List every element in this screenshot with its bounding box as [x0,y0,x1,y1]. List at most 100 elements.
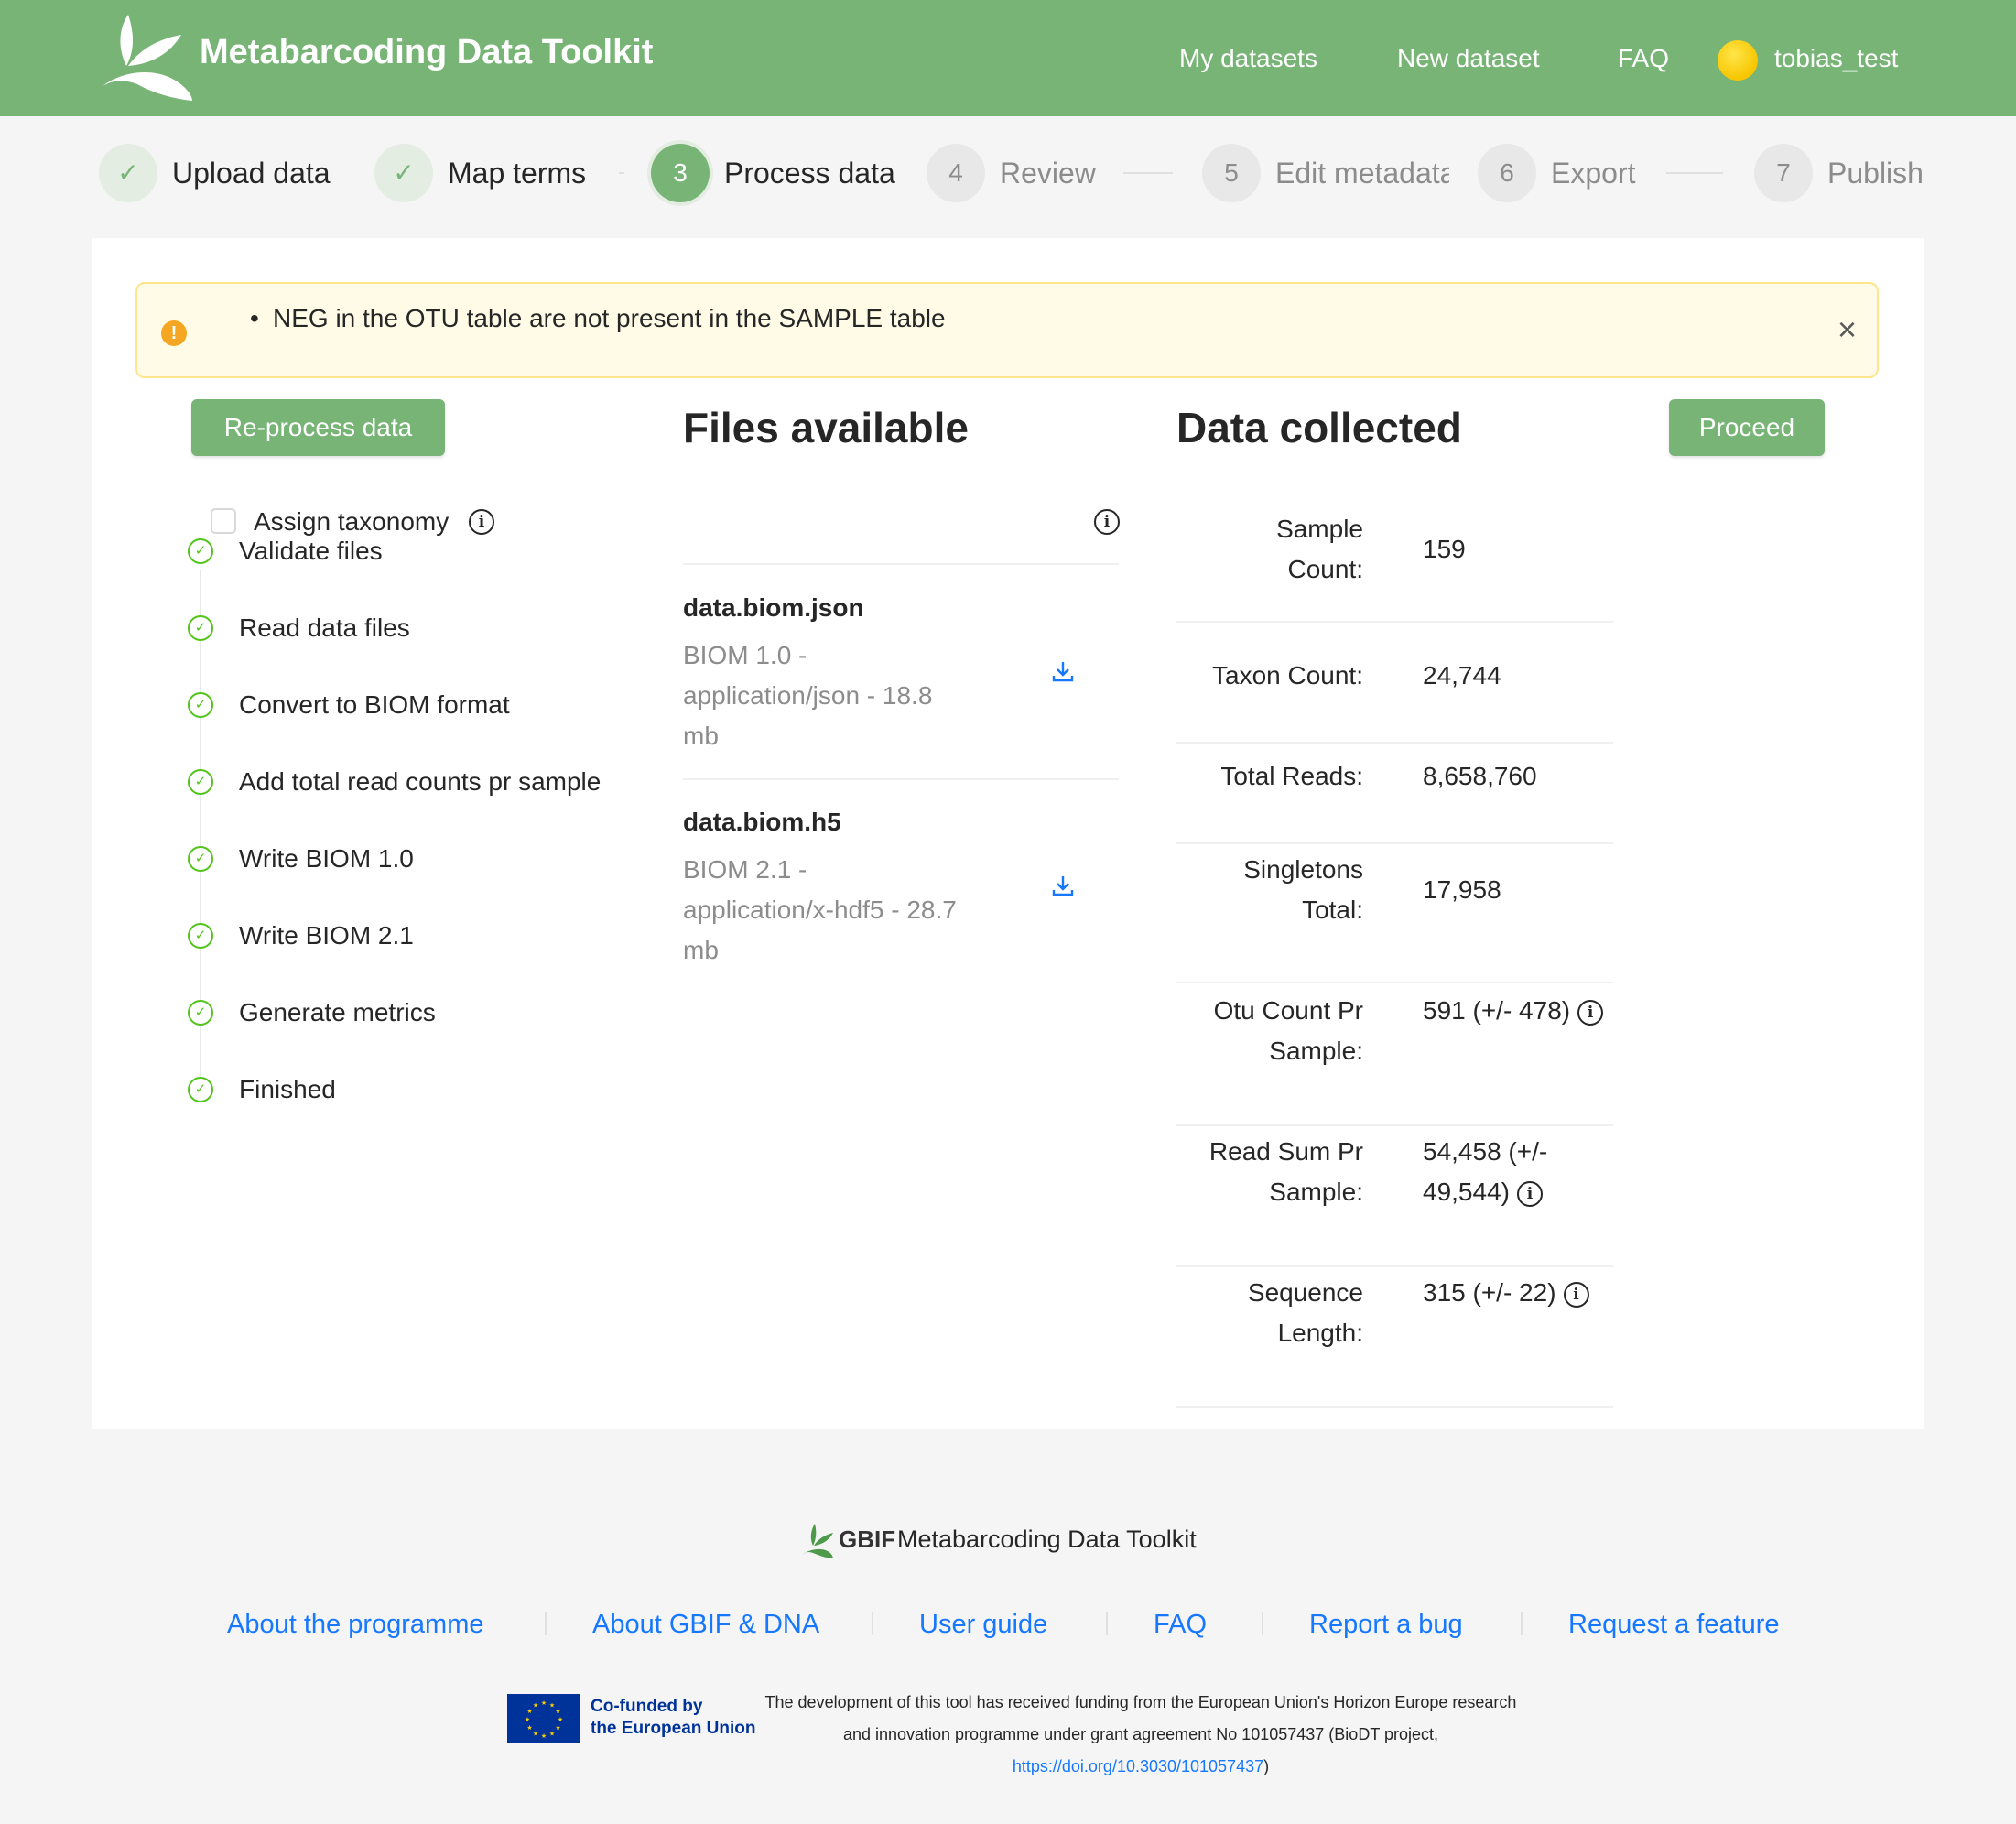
footer-separator [1521,1612,1523,1635]
pipeline-step-label: Read data files [239,613,410,642]
warning-alert: ! • NEG in the OTU table are not present… [135,282,1879,378]
svg-text:★: ★ [533,1702,538,1710]
metric-value: 24,744 [1423,661,1501,689]
check-icon: ✓ [374,144,433,202]
assign-taxonomy-label[interactable]: Assign taxonomy [254,507,449,537]
step-export[interactable]: 6 Export [1478,144,1661,202]
alert-message: NEG in the OTU table are not present in … [273,304,946,332]
step-number: 4 [927,144,985,202]
check-circle-icon: ✓ [188,1077,213,1102]
metric-label: Sequence Length: [1247,1278,1363,1347]
info-icon[interactable]: i [1577,999,1604,1026]
svg-text:★: ★ [549,1702,555,1710]
metric-value: 17,958 [1423,875,1501,904]
warning-icon: ! [161,320,187,346]
step-upload-data[interactable]: ✓ Upload data [99,144,374,202]
eu-flag-icon: ★ ★★ ★★★ ★★★ ★★★ [507,1694,580,1743]
metric-label: Taxon Count: [1212,661,1363,689]
close-icon[interactable]: × [1837,313,1857,346]
check-circle-icon: ✓ [188,615,213,641]
footer-link-about-gbif-dna[interactable]: About GBIF & DNA [592,1610,819,1640]
step-label: Upload data [172,157,331,190]
step-edit-metadata[interactable]: 5 Edit metadata [1202,144,1449,202]
info-icon[interactable]: i [1563,1281,1589,1308]
files-available-title: Files available [683,404,969,451]
nav-faq[interactable]: FAQ [1618,44,1669,73]
step-number: 7 [1754,144,1813,202]
info-icon[interactable]: i [1516,1180,1543,1207]
step-review[interactable]: 4 Review [927,144,1110,202]
file-name: data.biom.json [683,593,864,622]
step-label: Publish [1827,157,1924,190]
pipeline-step-label: Convert to BIOM format [239,690,510,719]
step-number: 6 [1478,144,1536,202]
svg-text:★: ★ [533,1731,538,1738]
footer-link-request-feature[interactable]: Request a feature [1568,1610,1780,1640]
pipeline-step-label: Write BIOM 1.0 [239,844,414,873]
funding-notice: The development of this tool has receive… [756,1687,1525,1783]
app-brand-title[interactable]: Metabarcoding Data Toolkit [200,33,653,72]
file-meta: BIOM 1.0 - application/json - 18.8 mb [683,641,933,750]
pipeline-step-label: Finished [239,1075,336,1103]
metric-value: 159 [1423,535,1466,563]
step-number: 5 [1202,144,1261,202]
pipeline-step-label: Validate files [239,537,383,565]
check-circle-icon: ✓ [188,769,213,795]
nav-new-dataset[interactable]: New dataset [1397,44,1540,73]
proceed-button[interactable]: Proceed [1669,399,1825,456]
metric-label: Read Sum Pr Sample: [1209,1137,1363,1206]
leaf-logo-icon [802,1524,833,1558]
metric-label: Total Reads: [1220,762,1363,790]
step-connector [1666,172,1723,174]
footer-link-faq[interactable]: FAQ [1154,1610,1207,1640]
pipeline-step-label: Add total read counts pr sample [239,767,602,796]
metric-value: 8,658,760 [1423,762,1537,790]
step-map-terms[interactable]: ✓ Map terms [374,144,622,202]
funding-doi-link[interactable]: https://doi.org/10.3030/101057437 [1013,1757,1263,1775]
file-meta: BIOM 2.1 - application/x-hdf5 - 28.7 mb [683,855,957,964]
svg-text:★: ★ [549,1731,555,1738]
nav-my-datasets[interactable]: My datasets [1179,44,1317,73]
metric-value: 591 (+/- 478) [1423,996,1571,1025]
eu-line-1: Co-funded by [591,1697,703,1716]
check-icon: ✓ [99,144,157,202]
divider [683,778,1119,780]
step-label: Review [1000,157,1096,190]
svg-text:★: ★ [525,1716,530,1723]
step-label: Edit metadata [1275,157,1449,190]
leaf-logo-icon[interactable] [101,11,201,103]
footer-separator [545,1612,547,1635]
svg-text:★: ★ [526,1724,532,1732]
footer-link-report-bug[interactable]: Report a bug [1309,1610,1463,1640]
download-icon[interactable] [1051,659,1075,683]
footer-separator [1262,1612,1263,1635]
step-label: Export [1551,157,1636,190]
data-collected-row: Otu Count Pr Sample: 591 (+/- 478) i [1176,983,1613,1126]
pipeline-step-label: Generate metrics [239,998,436,1026]
funding-close: ) [1263,1757,1270,1775]
user-avatar[interactable] [1718,40,1758,81]
download-icon[interactable] [1051,874,1075,897]
assign-taxonomy-checkbox[interactable] [211,508,236,534]
data-collected-row: Sequence Length: 315 (+/- 22) i [1176,1265,1613,1408]
bullet: • [250,304,259,332]
divider [683,563,1119,565]
footer-link-user-guide[interactable]: User guide [919,1610,1047,1640]
nav-username[interactable]: tobias_test [1774,44,1898,73]
step-publish[interactable]: 7 Publish [1754,144,1946,202]
data-collected-row: Total Reads: 8,658,760 [1176,742,1613,844]
info-icon[interactable]: i [469,509,494,535]
step-number: 3 [651,144,710,202]
pipeline-step-label: Write BIOM 2.1 [239,921,414,950]
divider [1176,1406,1613,1408]
data-collected-title: Data collected [1176,404,1462,451]
metric-label: Otu Count Pr Sample: [1213,996,1363,1065]
step-process-data[interactable]: 3 Process data [651,144,907,202]
footer-link-about-programme[interactable]: About the programme [227,1610,483,1640]
funding-text: The development of this tool has receive… [764,1693,1517,1743]
reprocess-data-button[interactable]: Re-process data [191,399,445,456]
metric-value: 315 (+/- 22) [1423,1278,1556,1307]
info-icon[interactable]: i [1094,509,1120,535]
divider [1176,621,1613,623]
data-collected-row: Sample Count: 159 [1176,502,1613,623]
